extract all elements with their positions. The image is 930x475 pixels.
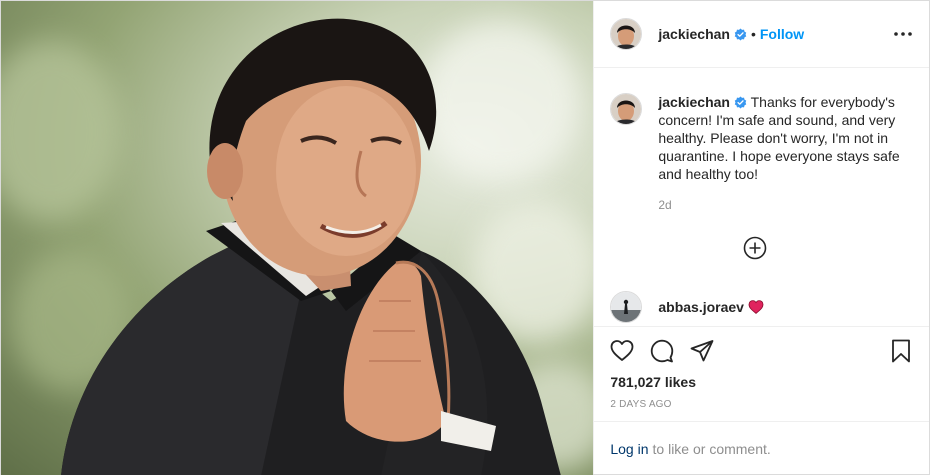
comment-icon[interactable]	[650, 339, 674, 363]
post-caption: jackiechan Thanks for everybody's concer…	[610, 93, 910, 183]
caption-avatar[interactable]	[610, 93, 643, 125]
author-avatar[interactable]	[610, 18, 643, 50]
login-link[interactable]: Log in	[610, 441, 648, 457]
action-bar	[594, 326, 930, 375]
red-heart-icon	[748, 300, 764, 314]
load-more-comments-icon[interactable]	[743, 236, 767, 260]
post-header: jackiechan • Follow	[594, 1, 930, 68]
post-side-panel: jackiechan • Follow jackiechan Thanks fo…	[593, 1, 930, 475]
author-username[interactable]: jackiechan	[658, 26, 730, 42]
caption-username[interactable]: jackiechan	[658, 94, 730, 110]
comment-item: abbas.joraev	[610, 291, 764, 323]
post-date[interactable]: 2 DAYS AGO	[610, 399, 671, 410]
bookmark-icon[interactable]	[889, 339, 913, 363]
instagram-post: jackiechan • Follow jackiechan Thanks fo…	[0, 0, 930, 475]
separator-dot: •	[750, 26, 756, 42]
login-prompt: Log in to like or comment.	[594, 421, 930, 475]
commenter-avatar[interactable]	[610, 291, 643, 323]
login-prompt-text: to like or comment.	[652, 440, 771, 457]
follow-button[interactable]: Follow	[760, 26, 804, 42]
share-icon[interactable]	[690, 339, 714, 363]
post-photo[interactable]	[1, 1, 594, 475]
likes-count[interactable]: 781,027 likes	[610, 374, 696, 390]
more-options-icon[interactable]	[893, 24, 913, 44]
person-figure	[61, 18, 561, 475]
verified-badge-icon	[734, 95, 747, 109]
caption-timestamp[interactable]: 2d	[658, 198, 671, 212]
caption-body: jackiechan Thanks for everybody's concer…	[658, 93, 908, 183]
heart-icon[interactable]	[610, 339, 634, 363]
commenter-username[interactable]: abbas.joraev	[658, 299, 744, 315]
verified-badge-icon	[734, 28, 747, 41]
